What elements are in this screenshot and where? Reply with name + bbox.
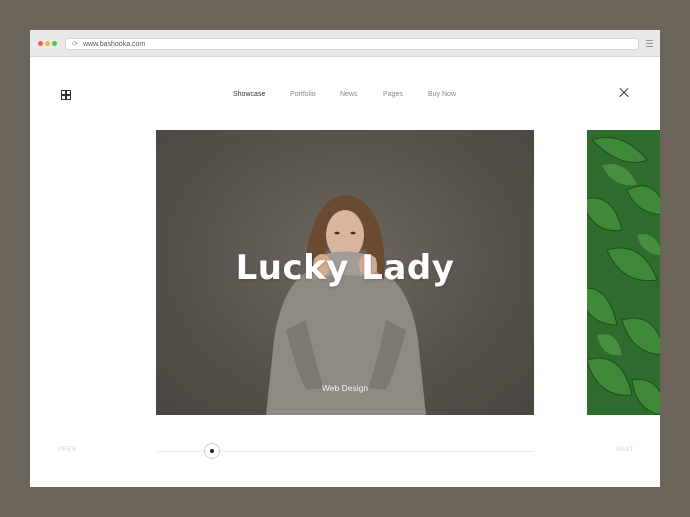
next-button[interactable]: NEXT	[616, 447, 634, 453]
reload-icon[interactable]: ⟳	[72, 40, 78, 49]
address-bar[interactable]: ⟳ www.bashooka.com	[65, 38, 639, 50]
next-slide-preview[interactable]	[587, 130, 660, 415]
minimize-window-dot[interactable]	[45, 41, 50, 46]
slider-handle[interactable]	[204, 443, 220, 459]
browser-window: ⟳ www.bashooka.com Showcase Portfolio Ne…	[30, 30, 660, 487]
nav-item-portfolio[interactable]: Portfolio	[290, 89, 316, 101]
nav-item-pages[interactable]: Pages	[383, 89, 403, 101]
leaf-pattern-image	[587, 137, 660, 415]
close-icon[interactable]	[618, 87, 630, 99]
prev-button[interactable]: PREV	[58, 447, 76, 453]
hero-subtitle: Web Design	[321, 383, 369, 393]
close-window-dot[interactable]	[38, 41, 43, 46]
nav-item-buy-now[interactable]: Buy Now	[428, 89, 456, 101]
browser-toolbar: ⟳ www.bashooka.com	[30, 30, 660, 57]
hero-slide[interactable]: Lucky Lady Web Design	[156, 130, 534, 415]
address-bar-url: www.bashooka.com	[83, 41, 146, 48]
hamburger-icon[interactable]	[646, 40, 653, 49]
nav-item-showcase[interactable]: Showcase	[228, 89, 269, 101]
hero-title: Lucky Lady	[235, 248, 455, 288]
nav-item-news[interactable]: News	[340, 89, 358, 101]
grid-icon[interactable]	[61, 90, 71, 100]
maximize-window-dot[interactable]	[52, 41, 57, 46]
